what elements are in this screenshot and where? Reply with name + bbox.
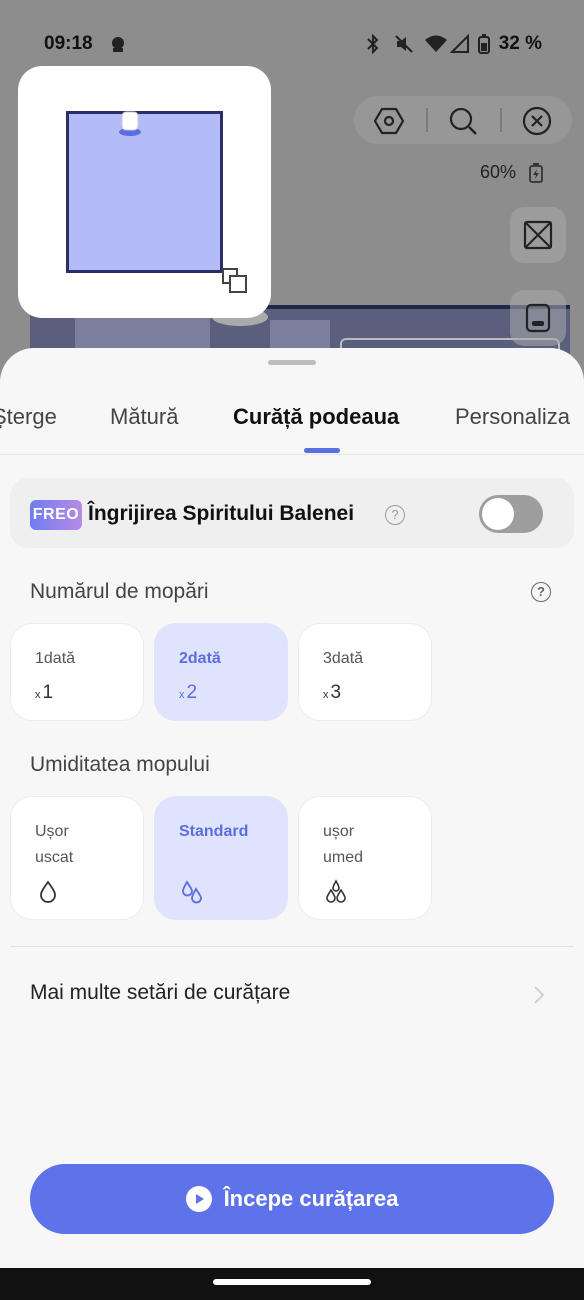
section-divider bbox=[10, 946, 574, 947]
option-value: x2 bbox=[179, 682, 198, 703]
help-icon[interactable]: ? bbox=[531, 582, 551, 602]
humidity-option-wet[interactable]: ușor umed bbox=[298, 796, 432, 920]
whale-care-toggle[interactable] bbox=[479, 495, 543, 533]
home-indicator[interactable] bbox=[213, 1279, 371, 1285]
mute-icon bbox=[394, 34, 414, 59]
map-edit-button[interactable] bbox=[510, 207, 566, 263]
mop-count-option-2[interactable]: 2dată x2 bbox=[154, 623, 288, 721]
wifi-icon bbox=[424, 34, 448, 59]
option-value: x1 bbox=[35, 682, 54, 703]
toggle-knob bbox=[482, 498, 514, 530]
freo-badge: FREO bbox=[30, 500, 82, 530]
robot-battery-level: 60% bbox=[480, 162, 517, 182]
whale-care-row: FREO Îngrijirea Spiritului Balenei ? bbox=[10, 478, 574, 548]
option-label: 3dată bbox=[323, 650, 364, 667]
toolbar-divider bbox=[426, 108, 428, 132]
search-icon[interactable] bbox=[446, 104, 480, 138]
chevron-right-icon[interactable] bbox=[532, 984, 546, 1006]
tab-sterge[interactable]: Şterge bbox=[0, 404, 57, 430]
mop-count-title: Numărul de mopări bbox=[30, 580, 209, 603]
start-cleaning-button[interactable]: Începe curățarea bbox=[30, 1164, 554, 1234]
more-settings-link[interactable]: Mai multe setări de curățare bbox=[30, 981, 290, 1005]
start-cleaning-label: Începe curățarea bbox=[223, 1186, 399, 1211]
tab-matura[interactable]: Mătură bbox=[110, 404, 178, 430]
mop-humidity-title: Umiditatea mopului bbox=[30, 753, 210, 776]
close-icon[interactable] bbox=[520, 104, 554, 138]
toolbar-divider bbox=[500, 108, 502, 132]
battery-percent: 32 % bbox=[498, 33, 542, 54]
battery-charging-icon bbox=[529, 163, 543, 188]
option-label: 2dată bbox=[179, 650, 221, 667]
battery-icon bbox=[478, 34, 490, 59]
tab-personalizare[interactable]: Personaliza bbox=[455, 404, 570, 430]
dock-station-icon bbox=[525, 303, 551, 333]
option-label: Ușor uscat bbox=[35, 823, 74, 866]
mini-map-room bbox=[66, 111, 223, 273]
signal-icon bbox=[449, 33, 470, 59]
status-time: 09:18 bbox=[44, 33, 93, 54]
drop-double-icon bbox=[182, 880, 202, 904]
active-tab-indicator bbox=[304, 448, 340, 453]
robot-dock-icon bbox=[119, 111, 141, 136]
mop-count-option-3[interactable]: 3dată x3 bbox=[298, 623, 432, 721]
drop-single-icon bbox=[40, 880, 56, 903]
settings-hex-icon[interactable] bbox=[372, 104, 406, 138]
help-icon[interactable]: ? bbox=[385, 505, 405, 525]
play-icon bbox=[185, 1186, 212, 1212]
option-value: x3 bbox=[323, 682, 342, 703]
humidity-option-standard[interactable]: Standard bbox=[154, 796, 288, 920]
option-label: Standard bbox=[179, 823, 249, 840]
tabs-divider bbox=[0, 454, 584, 455]
map-grid-icon bbox=[523, 220, 553, 250]
option-label: ușor umed bbox=[323, 823, 364, 866]
drop-triple-icon bbox=[326, 879, 346, 903]
dock-button[interactable] bbox=[510, 290, 566, 346]
mode-tabs: Şterge Mătură Curăță podeaua Personaliza bbox=[0, 404, 584, 444]
humidity-option-dry[interactable]: Ușor uscat bbox=[10, 796, 144, 920]
tab-curata-podeaua[interactable]: Curăță podeaua bbox=[233, 404, 399, 430]
bluetooth-icon bbox=[364, 33, 382, 59]
mini-map-card[interactable] bbox=[18, 66, 271, 318]
sheet-handle[interactable] bbox=[268, 360, 316, 365]
cleaning-bottom-sheet: Şterge Mătură Curăță podeaua Personaliza… bbox=[0, 348, 584, 1268]
system-nav-bar bbox=[0, 1268, 584, 1300]
option-label: 1dată bbox=[35, 650, 76, 667]
expand-icon[interactable] bbox=[222, 268, 248, 294]
notification-icon bbox=[108, 34, 128, 59]
whale-care-label: Îngrijirea Spiritului Balenei bbox=[88, 502, 355, 525]
mop-count-option-1[interactable]: 1dată x1 bbox=[10, 623, 144, 721]
